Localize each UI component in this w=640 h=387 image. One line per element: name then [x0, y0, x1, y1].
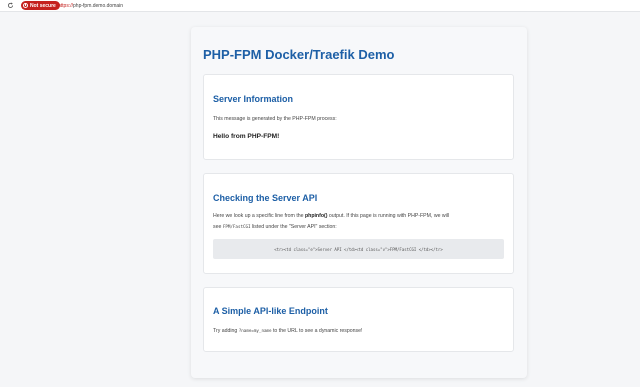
- card-title: Checking the Server API: [213, 193, 318, 203]
- card-text-line-1: Here we look up a specific line from the…: [213, 212, 449, 222]
- text-segment: listed under the "Server API" section:: [250, 224, 337, 230]
- main-container: PHP-FPM Docker/Traefik Demo Server Infor…: [191, 27, 527, 378]
- reload-icon[interactable]: [6, 1, 15, 10]
- card-text-line-2: see FPM/FastCGI listed under the "Server…: [213, 222, 337, 233]
- query-param-code: ?name=my_name: [238, 328, 272, 333]
- api-endpoint-card: A Simple API-like Endpoint Try adding ?n…: [203, 287, 514, 352]
- text-segment: Here we look up a specific line from the: [213, 213, 305, 219]
- security-label: Not secure: [30, 2, 56, 9]
- server-api-card: Checking the Server API Here we look up …: [203, 173, 514, 274]
- url-field[interactable]: https://php-fpm.demo.domain: [58, 1, 123, 10]
- text-segment: to the URL to see a dynamic response!: [271, 328, 363, 334]
- fpm-code-inline: FPM/FastCGI: [222, 224, 251, 229]
- not-secure-badge[interactable]: Not secure: [21, 1, 60, 10]
- card-text: This message is generated by the PHP-FPM…: [213, 116, 337, 122]
- code-block: <tr><td class="e">Server API </td><td cl…: [213, 239, 504, 259]
- card-text: Try adding ?name=my_name to the URL to s…: [213, 326, 362, 337]
- hello-message: Hello from PHP-FPM!: [213, 133, 280, 140]
- browser-address-bar: Not secure https://php-fpm.demo.domain: [0, 0, 640, 12]
- warning-icon: [23, 3, 28, 8]
- url-host: php-fpm.demo.domain: [73, 2, 124, 9]
- card-title: A Simple API-like Endpoint: [213, 306, 328, 316]
- text-segment: Try adding: [213, 328, 239, 334]
- url-protocol: https://: [58, 2, 74, 9]
- text-segment: output. If this page is running with PHP…: [327, 213, 450, 219]
- card-title: Server Information: [213, 94, 294, 104]
- page-title: PHP-FPM Docker/Traefik Demo: [203, 47, 395, 62]
- text-segment: see: [213, 224, 223, 230]
- server-information-card: Server Information This message is gener…: [203, 74, 514, 160]
- phpinfo-function: phpinfo(): [304, 213, 328, 219]
